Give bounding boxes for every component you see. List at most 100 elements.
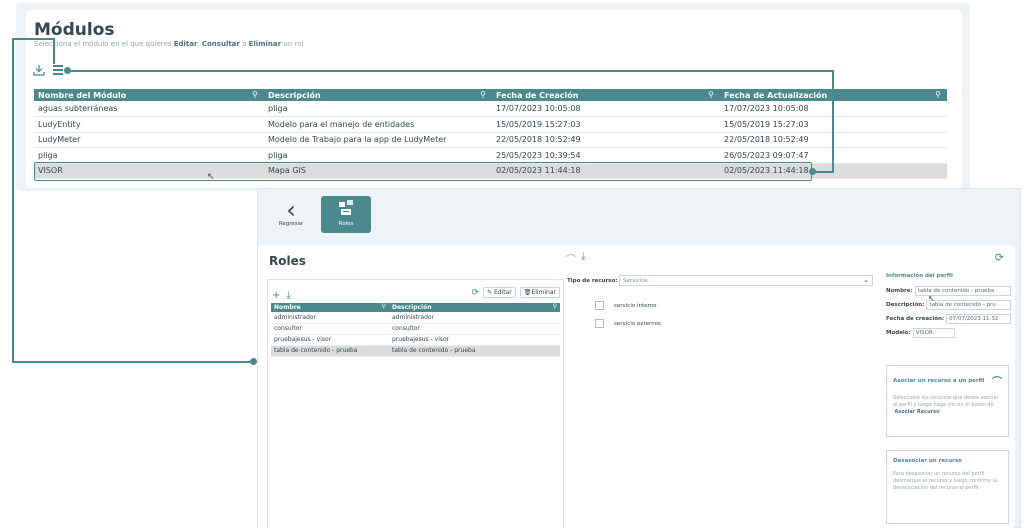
table-cell: tabla de contenido - prueba [389, 345, 560, 357]
profile-model-label: Modelo: [886, 330, 911, 336]
table-cell: administrador [271, 312, 389, 324]
table-cell: LudyEntity [34, 116, 264, 133]
roles-nav-button[interactable]: Roles [321, 196, 371, 233]
roles-list-toolbar: + ⤓ [272, 290, 291, 301]
delete-button[interactable]: 🗑Eliminar [519, 287, 560, 298]
roles-icon [339, 200, 353, 215]
filter-icon[interactable]: ⚲ [708, 90, 714, 99]
refresh-icon[interactable]: ⟳ [472, 288, 480, 298]
filter-icon[interactable]: ⚲ [935, 90, 941, 99]
resource-type-value: Servicios [623, 278, 648, 284]
highlight-frame [34, 162, 812, 181]
table-cell: pliga [34, 147, 264, 164]
profile-description-label: Descripción: [886, 302, 925, 308]
download-icon[interactable] [33, 64, 45, 76]
resource-type-select[interactable]: Servicios ⌄ [619, 275, 873, 286]
table-cell: LudyMeter [34, 132, 264, 148]
table-row[interactable]: pruebajesus - visor pruebajesus - visor [271, 334, 560, 346]
subtitle-editar: Editar [173, 40, 198, 48]
roles-table: Nombre ⚲ Descripción ⚲ administrador admin… [271, 303, 560, 357]
profile-model-field[interactable]: VISOR [912, 328, 955, 338]
column-header-label: Fecha de Creación [496, 90, 579, 100]
subtitle-consultar: Consultar [201, 40, 240, 48]
table-row[interactable]: administrador administrador [271, 312, 560, 324]
roles-card: Roles ⟳ + ⤓ ⟳ ✎ Editar 🗑Eliminar Nombre ⚲ [258, 245, 1015, 528]
table-cell: administrador [389, 312, 560, 324]
filter-icon[interactable]: ⚲ [382, 303, 386, 310]
associate-description: Seleccione los recursos que desea asocia… [893, 395, 1002, 416]
table-cell: 25/05/2023 10:39:54 [492, 147, 720, 164]
table-cell: Modelo de Trabajo para la app de LudyMet… [264, 132, 492, 148]
add-icon[interactable]: + [272, 290, 280, 301]
roles-title: Roles [269, 254, 306, 268]
dissociate-description: Para desasociar un recurso del perfil de… [893, 471, 998, 491]
download-icon[interactable]: ⤓ [286, 290, 290, 301]
table-row[interactable]: aguas subterráneas pliga 17/07/2023 10:0… [34, 101, 947, 117]
table-cell: consultor [389, 323, 560, 335]
profile-description-field[interactable]: tabla de contenido - pru [926, 300, 1011, 310]
column-header-label: Descripción [392, 304, 432, 311]
table-cell: 15/05/2019 15:27:03 [492, 116, 720, 133]
chevron-down-icon: ⌄ [863, 276, 869, 284]
column-header-label: Descripción [268, 90, 321, 100]
back-button[interactable]: ‹ Regresar [271, 196, 311, 227]
profile-info: Información del perfil Nombre: tabla de … [886, 273, 1011, 342]
filter-icon[interactable]: ⚲ [480, 90, 486, 99]
table-cell: pruebajesus - visor [271, 334, 389, 346]
filter-icon[interactable]: ⚲ [252, 90, 258, 99]
profile-date-field[interactable]: 07/07/2023 11:32 [946, 314, 1011, 324]
profile-name-label: Nombre: [886, 288, 913, 294]
connector-line [53, 38, 55, 64]
modulos-subtitle: Selecciona el módulo en el que quieres E… [34, 40, 303, 48]
connector-line [12, 38, 55, 40]
refresh-icon[interactable]: ⟳ [995, 251, 1004, 264]
download-icon[interactable]: ⤓ [581, 251, 585, 266]
column-header[interactable]: Nombre ⚲ [271, 303, 389, 312]
modulos-toolbar [33, 64, 64, 76]
subtitle-text: un rol [281, 40, 304, 48]
back-label: Regresar [278, 221, 304, 227]
edit-button[interactable]: ✎ Editar [483, 287, 516, 298]
subtitle-sep: o [239, 40, 249, 48]
resource-checkbox[interactable] [595, 301, 604, 310]
table-row[interactable]: consultor consultor [271, 323, 560, 335]
table-cell: pruebajesus - visor [389, 334, 560, 346]
chevron-left-icon: ‹ [286, 196, 296, 224]
filter-icon[interactable]: ⚲ [553, 303, 557, 310]
table-cell: tabla de contenido - prueba [271, 345, 389, 357]
profile-description-row: Descripción: tabla de contenido - pru [886, 300, 1011, 310]
table-cell: consultor [271, 323, 389, 335]
associate-desc-bold: Asociar Recurso [894, 409, 940, 415]
column-header-label: Fecha de Actualización [724, 90, 828, 100]
column-header[interactable]: Descripción ⚲ [264, 89, 492, 101]
connector-dot [250, 358, 257, 365]
link-icon[interactable]: ⌒ [992, 373, 1002, 388]
table-row-selected[interactable]: tabla de contenido - prueba tabla de con… [271, 345, 560, 357]
resource-checkbox[interactable] [595, 319, 604, 328]
table-cell: aguas subterráneas [34, 101, 264, 117]
column-header-label: Nombre del Módulo [38, 90, 127, 100]
resources-toolbar: ⌒ ⤓ [566, 251, 585, 266]
column-header[interactable]: Descripción ⚲ [389, 303, 560, 312]
list-icon[interactable] [52, 64, 64, 76]
subtitle-eliminar: Eliminar [248, 40, 282, 48]
resource-item[interactable]: servicio interno [595, 301, 657, 310]
dissociate-title: Desasociar un recurso [893, 458, 962, 464]
resource-item[interactable]: servicio externos [595, 319, 661, 328]
associate-desc-text: '. [939, 409, 943, 415]
column-header[interactable]: Nombre del Módulo ⚲ [34, 89, 264, 101]
profile-name-row: Nombre: tabla de contenido - prueba [886, 286, 1011, 296]
table-header-row: Nombre ⚲ Descripción ⚲ [271, 303, 560, 312]
resource-label: servicio interno [614, 302, 657, 309]
table-row[interactable]: LudyMeter Modelo de Trabajo para la app … [34, 132, 947, 148]
delete-label: Eliminar [531, 289, 556, 296]
connector-line [68, 70, 834, 72]
profile-date-row: Fecha de creación: 07/07/2023 11:32 [886, 314, 1011, 324]
table-cell: 17/07/2023 10:05:08 [492, 101, 720, 117]
link-icon[interactable]: ⌒ [566, 251, 576, 266]
resource-type-label: Tipo de recurso: [567, 278, 618, 284]
table-row[interactable]: pliga pliga 25/05/2023 10:39:54 26/05/20… [34, 147, 947, 164]
column-header[interactable]: Fecha de Creación ⚲ [492, 89, 720, 101]
table-row[interactable]: LudyEntity Modelo para el manejo de enti… [34, 116, 947, 133]
column-header-label: Nombre [274, 304, 301, 311]
